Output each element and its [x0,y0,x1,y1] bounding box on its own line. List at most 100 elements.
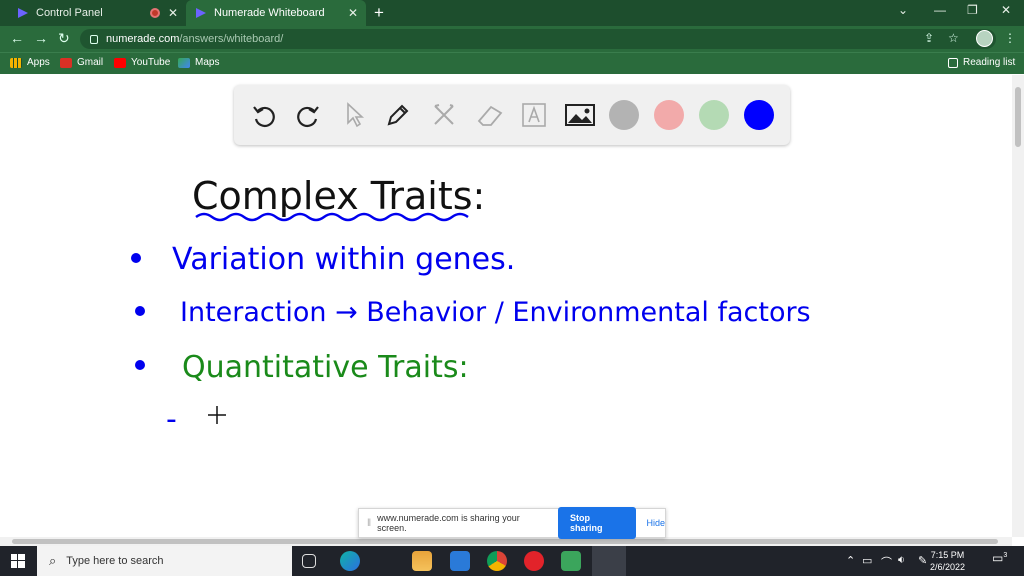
tab-search-chevron-icon[interactable]: ⌄ [898,3,908,17]
profile-avatar[interactable] [976,30,993,47]
undo-icon [253,106,275,128]
line-1-text: Variation within genes. [172,242,515,277]
windows-start-icon[interactable] [11,554,25,568]
scroll-thumb[interactable] [1015,87,1021,147]
image-icon [565,104,595,126]
color-swatch-blue[interactable] [744,100,774,130]
color-swatch-green[interactable] [699,100,729,130]
pen-tool[interactable] [380,97,416,133]
search-icon: ⌕ [49,553,57,568]
pointer-icon [347,102,365,128]
mail-icon[interactable] [450,551,470,571]
bookmark-label: Maps [195,57,220,68]
share-icon[interactable]: ⇪ [924,31,934,45]
url-host: numerade.com [106,33,180,45]
eraser-icon [477,105,503,126]
bookmark-label: Apps [27,57,50,68]
bookmark-maps[interactable]: Maps [178,57,219,68]
undo-button[interactable] [246,97,282,133]
notifications-icon[interactable]: ▭3 [992,551,1007,565]
notification-count: 3 [1003,552,1008,559]
lock-icon [90,34,98,44]
volume-icon[interactable]: 🔉︎ [898,554,905,567]
address-bar-row: ← → ↻ numerade.com/answers/whiteboard/ ⇪… [0,26,1024,52]
line-3-text: Quantitative Traits: [182,350,469,385]
show-hidden-icons-icon[interactable]: ⌃ [846,554,855,567]
horizontal-scrollbar[interactable] [0,537,1012,546]
task-view-icon[interactable] [302,554,316,568]
apps-grid-icon [10,57,22,68]
tools-button[interactable] [426,97,462,133]
drag-handle-icon[interactable]: ‖ [367,518,371,529]
chrome-icon[interactable] [487,551,507,571]
stop-sharing-button[interactable]: Stop sharing [558,507,637,539]
reading-list-button[interactable]: Reading list [948,57,1015,68]
network-icon[interactable]: ⌒ [881,554,892,570]
pen-workspace-icon[interactable]: ✎ [918,554,927,567]
reading-list-icon [948,57,958,68]
bullet-3 [135,360,145,370]
pointer-tool[interactable] [336,97,372,133]
back-icon[interactable]: ← [10,30,24,46]
tab-control-panel[interactable]: Control Panel ✕ [8,0,186,26]
maps-icon [178,57,190,68]
heading-text: Complex Traits: [192,174,485,218]
redo-button[interactable] [290,97,326,133]
battery-icon[interactable]: ▭ [862,554,872,567]
tab-strip: Control Panel ✕ Numerade Whiteboard ✕ + … [0,0,1024,26]
close-window-icon[interactable]: ✕ [1001,3,1011,17]
menu-icon[interactable]: ⋮ [1004,31,1016,45]
eraser-tool[interactable] [472,97,508,133]
whiteboard-canvas[interactable]: Complex Traits: Variation within genes. … [0,75,1012,537]
image-tool[interactable] [562,97,598,133]
app-icon[interactable] [561,551,581,571]
url-input[interactable]: numerade.com/answers/whiteboard/ [80,29,996,49]
reading-list-label: Reading list [963,57,1016,68]
tab-numerade-whiteboard[interactable]: Numerade Whiteboard ✕ [186,0,366,26]
numerade-logo-icon [194,6,208,20]
pen-icon [387,104,409,126]
file-explorer-icon[interactable] [412,551,432,571]
whiteboard-toolbar [234,85,790,145]
bookmarks-bar: Apps Gmail YouTube Maps Reading list [0,52,1024,74]
screen-sharing-bar: ‖ www.numerade.com is sharing your scree… [358,507,666,539]
restore-icon[interactable]: ❐ [967,3,978,17]
color-swatch-gray[interactable] [609,100,639,130]
bookmark-gmail[interactable]: Gmail [60,57,103,68]
tab-label: Control Panel [36,7,103,19]
bookmark-label: YouTube [131,57,171,68]
bullet-1 [131,253,141,263]
url-path: /answers/whiteboard/ [179,33,284,45]
close-tab-icon[interactable]: ✕ [168,6,178,20]
line-4-text: - [166,402,177,437]
bookmark-youtube[interactable]: YouTube [114,57,170,68]
clock-date: 2/6/2022 [930,562,966,572]
gmail-icon [60,57,72,68]
numerade-logo-icon [16,6,30,20]
youtube-icon [114,57,126,68]
scroll-thumb[interactable] [12,539,998,544]
text-icon [522,103,546,127]
clock-time: 7:15 PM [930,550,965,560]
forward-icon[interactable]: → [34,30,48,46]
reload-icon[interactable]: ↻ [58,30,70,47]
taskbar-clock[interactable]: 7:15 PM 2/6/2022 [930,549,965,573]
opera-icon[interactable] [524,551,544,571]
text-tool[interactable] [516,97,552,133]
active-chrome-window[interactable] [592,546,626,576]
color-swatch-pink[interactable] [654,100,684,130]
search-placeholder: Type here to search [66,555,164,567]
bookmark-label: Gmail [77,57,104,68]
redo-icon [297,106,319,128]
close-tab-icon[interactable]: ✕ [348,6,358,20]
vertical-scrollbar[interactable] [1012,75,1024,537]
bookmark-apps[interactable]: Apps [10,57,50,68]
sharing-message: www.numerade.com is sharing your screen. [377,513,520,533]
bookmark-star-icon[interactable]: ☆ [948,31,959,45]
hide-button[interactable]: Hide [646,518,665,528]
new-tab-button[interactable]: + [374,3,384,23]
minimize-icon[interactable]: — [934,3,946,17]
taskbar-search-input[interactable]: ⌕ Type here to search [37,546,292,576]
line-2-text: Interaction → Behavior / Environmental f… [180,297,811,328]
edge-icon[interactable] [340,551,360,571]
